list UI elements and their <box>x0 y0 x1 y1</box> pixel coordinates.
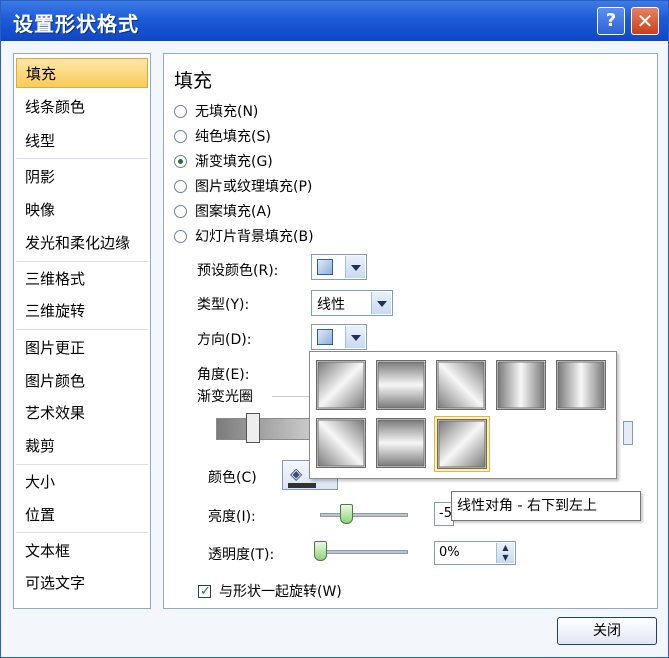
radio-button-icon[interactable] <box>174 130 187 143</box>
gradient-vertical-icon <box>376 418 426 468</box>
scroll-edge[interactable] <box>623 421 633 445</box>
sidebar-item-picture-color[interactable]: 图片颜色 <box>16 366 148 396</box>
sidebar-item-fill[interactable]: 填充 <box>16 58 148 88</box>
transparency-value: 0% <box>439 545 460 560</box>
radio-button-icon[interactable] <box>174 180 187 193</box>
sidebar-item-crop[interactable]: 裁剪 <box>16 431 148 461</box>
direction-tile[interactable] <box>496 360 552 416</box>
gradient-vertical-icon <box>376 360 426 410</box>
radio-button-selected-icon[interactable] <box>174 155 187 168</box>
page-title: 填充 <box>174 70 213 92</box>
brightness-label: 亮度(I): <box>208 509 256 525</box>
chevron-down-icon[interactable] <box>345 326 365 348</box>
radio-label: 图片或纹理填充(P) <box>195 179 313 195</box>
gradient-horizontal-icon <box>556 360 606 410</box>
direction-tile[interactable] <box>316 360 372 416</box>
checkbox-label: 与形状一起旋转(W) <box>219 584 342 600</box>
sidebar-divider <box>16 464 148 465</box>
radio-button-icon[interactable] <box>174 105 187 118</box>
direction-tile-highlighted[interactable] <box>434 416 490 472</box>
chevron-down-icon[interactable] <box>345 256 365 278</box>
close-window-button[interactable]: ✕ <box>631 7 659 35</box>
direction-label: 方向(D): <box>197 332 252 348</box>
type-label: 类型(Y): <box>197 297 250 313</box>
sidebar-item-glow[interactable]: 发光和柔化边缘 <box>16 228 148 258</box>
format-shape-dialog: 设置形状格式 ? ✕ 填充 线条颜色 线型 阴影 映像 发光和柔化边缘 三维格式… <box>0 0 669 658</box>
dialog-title: 设置形状格式 <box>13 12 139 36</box>
tooltip: 线性对角 - 右下到左上 <box>451 491 641 521</box>
current-color-bar <box>288 483 316 488</box>
sidebar-item-picture-corrections[interactable]: 图片更正 <box>16 333 148 363</box>
gradient-diagonal-icon <box>437 419 487 469</box>
checkbox-checked-icon[interactable] <box>198 582 211 602</box>
sidebar-item-line-color[interactable]: 线条颜色 <box>16 92 148 122</box>
chevron-down-icon[interactable] <box>371 292 391 314</box>
gradient-diagonal-icon <box>436 360 486 410</box>
radio-picture-fill[interactable]: 图片或纹理填充(P) <box>174 177 312 199</box>
preset-colors-label: 预设颜色(R): <box>197 263 279 279</box>
direction-tile[interactable] <box>376 418 432 474</box>
help-button[interactable]: ? <box>597 7 625 35</box>
transparency-slider-thumb[interactable] <box>314 541 327 561</box>
radio-button-icon[interactable] <box>174 205 187 218</box>
sidebar-divider <box>16 329 148 330</box>
radio-solid-fill[interactable]: 纯色填充(S) <box>174 127 271 149</box>
radio-label: 幻灯片背景填充(B) <box>195 229 314 245</box>
direction-dropdown[interactable] <box>311 324 367 350</box>
spin-updown-icon[interactable]: ▲ ▼ <box>496 543 514 563</box>
gradient-stop-handle[interactable] <box>246 413 260 443</box>
transparency-label: 透明度(T): <box>208 547 275 563</box>
category-sidebar: 填充 线条颜色 线型 阴影 映像 发光和柔化边缘 三维格式 三维旋转 图片更正 … <box>13 53 151 609</box>
gradient-swatch-icon <box>317 329 333 345</box>
preset-colors-dropdown[interactable] <box>311 254 367 280</box>
brightness-slider-thumb[interactable] <box>340 504 354 524</box>
radio-gradient-fill[interactable]: 渐变填充(G) <box>174 152 273 174</box>
radio-label: 纯色填充(S) <box>195 129 271 145</box>
gradient-diagonal-icon <box>316 360 366 410</box>
direction-tile[interactable] <box>556 360 612 416</box>
radio-label: 图案填充(A) <box>195 204 272 220</box>
type-dropdown[interactable]: 线性 <box>311 290 393 316</box>
sidebar-divider <box>16 532 148 533</box>
direction-tile[interactable] <box>436 360 492 416</box>
sidebar-item-artistic-effects[interactable]: 艺术效果 <box>16 398 148 428</box>
angle-label: 角度(E): <box>197 367 250 383</box>
sidebar-item-3d-rotation[interactable]: 三维旋转 <box>16 296 148 326</box>
gradient-swatch-icon <box>317 259 333 275</box>
transparency-slider[interactable] <box>320 550 408 554</box>
brightness-slider[interactable] <box>320 513 408 517</box>
radio-label: 无填充(N) <box>195 104 259 120</box>
sidebar-item-text-box[interactable]: 文本框 <box>16 536 148 566</box>
transparency-spinner[interactable]: 0% ▲ ▼ <box>434 541 516 565</box>
sidebar-item-3d-format[interactable]: 三维格式 <box>16 264 148 294</box>
gradient-stops-bar[interactable] <box>216 418 316 440</box>
radio-pattern-fill[interactable]: 图案填充(A) <box>174 202 272 224</box>
radio-button-icon[interactable] <box>174 230 187 243</box>
sidebar-item-alt-text[interactable]: 可选文字 <box>16 568 148 598</box>
section-divider <box>272 396 312 397</box>
direction-tile[interactable] <box>316 418 372 474</box>
close-button[interactable]: 关闭 <box>557 617 657 645</box>
radio-no-fill[interactable]: 无填充(N) <box>174 102 258 124</box>
sidebar-divider <box>16 158 148 159</box>
color-label: 颜色(C) <box>208 470 257 486</box>
sidebar-divider <box>16 261 148 262</box>
direction-tile[interactable] <box>376 360 432 416</box>
sidebar-item-reflection[interactable]: 映像 <box>16 195 148 225</box>
type-value: 线性 <box>317 297 345 313</box>
sidebar-item-position[interactable]: 位置 <box>16 500 148 530</box>
gradient-stops-label: 渐变光圈 <box>197 389 253 405</box>
sidebar-item-shadow[interactable]: 阴影 <box>16 162 148 192</box>
sidebar-item-size[interactable]: 大小 <box>16 467 148 497</box>
gradient-diagonal-icon <box>316 418 366 468</box>
fill-panel: 填充 无填充(N) 纯色填充(S) 渐变填充(G) 图片或纹理填充(P) 图案填… <box>163 53 658 609</box>
radio-slide-background-fill[interactable]: 幻灯片背景填充(B) <box>174 227 314 249</box>
paint-bucket-icon: ◈ <box>290 464 303 483</box>
rotate-with-shape-checkbox[interactable]: 与形状一起旋转(W) <box>198 582 342 604</box>
title-bar[interactable]: 设置形状格式 ? ✕ <box>1 1 668 41</box>
gradient-horizontal-icon <box>496 360 546 410</box>
sidebar-item-line-style[interactable]: 线型 <box>16 126 148 156</box>
radio-label: 渐变填充(G) <box>195 154 273 170</box>
direction-gallery-popup <box>309 351 617 479</box>
